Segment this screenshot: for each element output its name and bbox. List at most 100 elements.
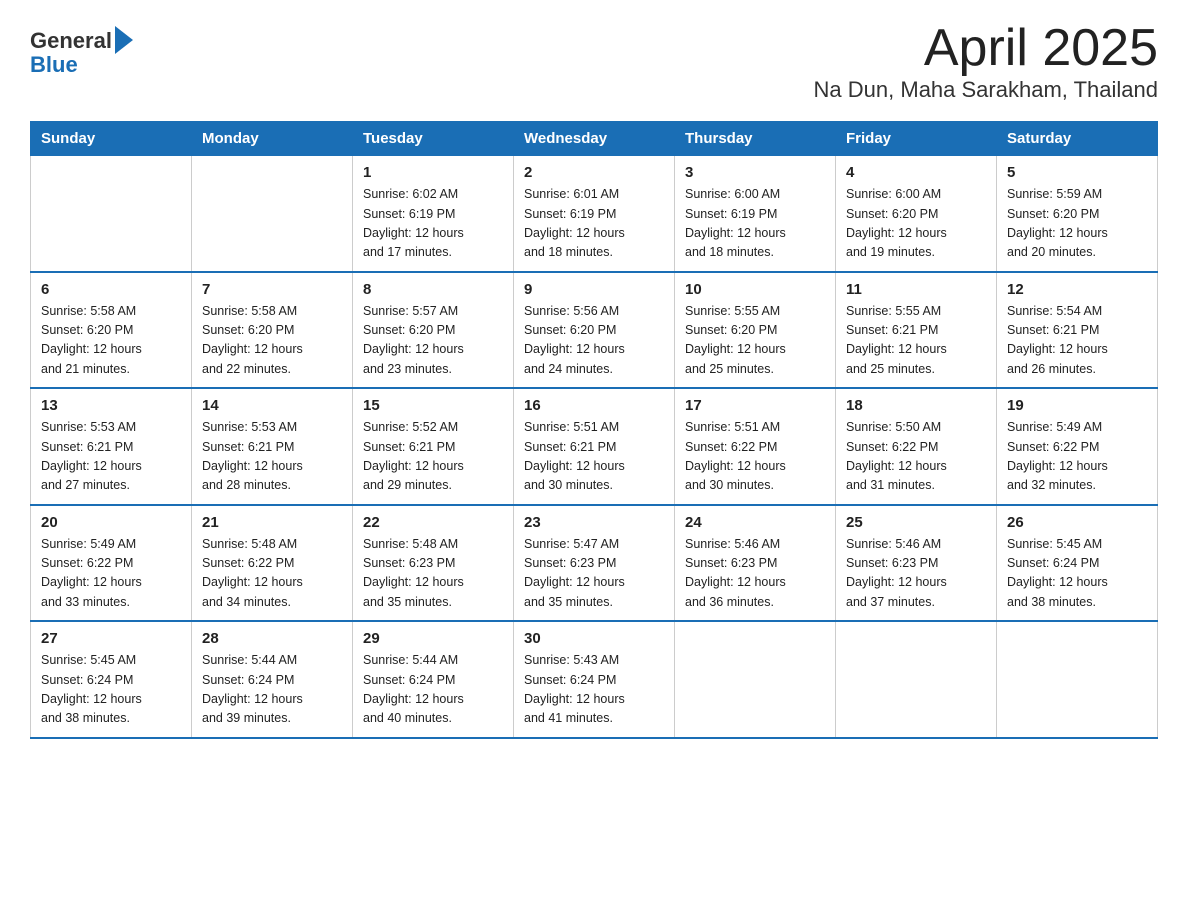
- logo: General Blue: [30, 28, 133, 76]
- day-cell: 8Sunrise: 5:57 AMSunset: 6:20 PMDaylight…: [353, 272, 514, 389]
- day-cell: 29 Sunrise: 5:44 AMSunset: 6:24 PMDayligh…: [353, 621, 514, 738]
- day-info: Sunrise: 5:51 AMSunset: 6:21 PMDaylight:…: [524, 418, 664, 496]
- calendar-header: Sunday Monday Tuesday Wednesday Thursday…: [31, 122, 1158, 156]
- day-number: 11: [846, 281, 986, 298]
- day-info: Sunrise: 5:56 AMSunset: 6:20 PMDaylight:…: [524, 302, 664, 380]
- day-info: Sunrise: 5:55 AMSunset: 6:20 PMDaylight:…: [685, 302, 825, 380]
- day-cell: [31, 156, 192, 272]
- day-number: 20: [41, 514, 181, 531]
- day-number: 25: [846, 514, 986, 531]
- day-info: Sunrise: 5:58 AMSunset: 6:20 PMDaylight:…: [202, 302, 342, 380]
- day-number: 18: [846, 397, 986, 414]
- logo-arrow-icon: [115, 26, 133, 54]
- day-info: Sunrise: 5:52 AMSunset: 6:21 PMDaylight:…: [363, 418, 503, 496]
- day-cell: 6 Sunrise: 5:58 AMSunset: 6:20 PMDaylight…: [31, 272, 192, 389]
- day-info: Sunrise: 5:43 AMSunset: 6:24 PMDaylight:…: [524, 651, 664, 729]
- day-cell: 21 Sunrise: 5:48 AMSunset: 6:22 PMDayligh…: [192, 505, 353, 622]
- day-number: 7: [202, 281, 342, 298]
- header-wednesday: Wednesday: [514, 122, 675, 156]
- day-cell: 1Sunrise: 6:02 AMSunset: 6:19 PMDaylight…: [353, 156, 514, 272]
- day-cell: 4Sunrise: 6:00 AMSunset: 6:20 PMDaylight…: [836, 156, 997, 272]
- day-cell: 9 Sunrise: 5:56 AMSunset: 6:20 PMDaylight…: [514, 272, 675, 389]
- day-number: 23: [524, 514, 664, 531]
- day-number: 15: [363, 397, 503, 414]
- day-number: 21: [202, 514, 342, 531]
- day-number: 4: [846, 164, 986, 181]
- day-cell: [192, 156, 353, 272]
- day-number: 1: [363, 164, 503, 181]
- calendar-body: 1Sunrise: 6:02 AMSunset: 6:19 PMDaylight…: [31, 156, 1158, 738]
- day-cell: 13Sunrise: 5:53 AMSunset: 6:21 PMDayligh…: [31, 388, 192, 505]
- day-cell: 26 Sunrise: 5:45 AMSunset: 6:24 PMDayligh…: [997, 505, 1158, 622]
- day-number: 6: [41, 281, 181, 298]
- day-number: 2: [524, 164, 664, 181]
- day-cell: 17 Sunrise: 5:51 AMSunset: 6:22 PMDayligh…: [675, 388, 836, 505]
- day-info: Sunrise: 5:45 AMSunset: 6:24 PMDaylight:…: [41, 651, 181, 729]
- day-number: 30: [524, 630, 664, 647]
- day-cell: 11Sunrise: 5:55 AMSunset: 6:21 PMDayligh…: [836, 272, 997, 389]
- day-cell: 24Sunrise: 5:46 AMSunset: 6:23 PMDayligh…: [675, 505, 836, 622]
- day-number: 28: [202, 630, 342, 647]
- day-info: Sunrise: 5:45 AMSunset: 6:24 PMDaylight:…: [1007, 535, 1147, 613]
- day-cell: 15 Sunrise: 5:52 AMSunset: 6:21 PMDayligh…: [353, 388, 514, 505]
- day-info: Sunrise: 5:47 AMSunset: 6:23 PMDaylight:…: [524, 535, 664, 613]
- day-info: Sunrise: 5:53 AMSunset: 6:21 PMDaylight:…: [202, 418, 342, 496]
- day-info: Sunrise: 5:44 AMSunset: 6:24 PMDaylight:…: [363, 651, 503, 729]
- week-row-5: 27 Sunrise: 5:45 AMSunset: 6:24 PMDayligh…: [31, 621, 1158, 738]
- day-number: 9: [524, 281, 664, 298]
- day-number: 17: [685, 397, 825, 414]
- day-cell: 18 Sunrise: 5:50 AMSunset: 6:22 PMDayligh…: [836, 388, 997, 505]
- day-number: 12: [1007, 281, 1147, 298]
- day-cell: 22 Sunrise: 5:48 AMSunset: 6:23 PMDayligh…: [353, 505, 514, 622]
- calendar-table: Sunday Monday Tuesday Wednesday Thursday…: [30, 121, 1158, 739]
- day-cell: 3Sunrise: 6:00 AMSunset: 6:19 PMDaylight…: [675, 156, 836, 272]
- day-info: Sunrise: 6:01 AMSunset: 6:19 PMDaylight:…: [524, 185, 664, 263]
- day-number: 14: [202, 397, 342, 414]
- calendar-subtitle: Na Dun, Maha Sarakham, Thailand: [814, 77, 1158, 103]
- header-tuesday: Tuesday: [353, 122, 514, 156]
- day-cell: 2 Sunrise: 6:01 AMSunset: 6:19 PMDaylight…: [514, 156, 675, 272]
- week-row-4: 20 Sunrise: 5:49 AMSunset: 6:22 PMDayligh…: [31, 505, 1158, 622]
- day-info: Sunrise: 6:00 AMSunset: 6:19 PMDaylight:…: [685, 185, 825, 263]
- day-info: Sunrise: 5:58 AMSunset: 6:20 PMDaylight:…: [41, 302, 181, 380]
- header-friday: Friday: [836, 122, 997, 156]
- day-number: 29: [363, 630, 503, 647]
- header-row: Sunday Monday Tuesday Wednesday Thursday…: [31, 122, 1158, 156]
- day-number: 10: [685, 281, 825, 298]
- day-cell: 25Sunrise: 5:46 AMSunset: 6:23 PMDayligh…: [836, 505, 997, 622]
- day-info: Sunrise: 5:44 AMSunset: 6:24 PMDaylight:…: [202, 651, 342, 729]
- day-cell: 27 Sunrise: 5:45 AMSunset: 6:24 PMDayligh…: [31, 621, 192, 738]
- day-info: Sunrise: 5:59 AMSunset: 6:20 PMDaylight:…: [1007, 185, 1147, 263]
- day-cell: 14 Sunrise: 5:53 AMSunset: 6:21 PMDayligh…: [192, 388, 353, 505]
- day-number: 8: [363, 281, 503, 298]
- day-info: Sunrise: 5:49 AMSunset: 6:22 PMDaylight:…: [41, 535, 181, 613]
- day-info: Sunrise: 5:49 AMSunset: 6:22 PMDaylight:…: [1007, 418, 1147, 496]
- day-number: 16: [524, 397, 664, 414]
- day-info: Sunrise: 5:54 AMSunset: 6:21 PMDaylight:…: [1007, 302, 1147, 380]
- day-cell: 23 Sunrise: 5:47 AMSunset: 6:23 PMDayligh…: [514, 505, 675, 622]
- day-number: 5: [1007, 164, 1147, 181]
- title-block: April 2025 Na Dun, Maha Sarakham, Thaila…: [814, 20, 1158, 103]
- week-row-1: 1Sunrise: 6:02 AMSunset: 6:19 PMDaylight…: [31, 156, 1158, 272]
- header-saturday: Saturday: [997, 122, 1158, 156]
- day-cell: [675, 621, 836, 738]
- day-cell: 28 Sunrise: 5:44 AMSunset: 6:24 PMDayligh…: [192, 621, 353, 738]
- day-info: Sunrise: 5:46 AMSunset: 6:23 PMDaylight:…: [685, 535, 825, 613]
- day-number: 27: [41, 630, 181, 647]
- day-cell: 20 Sunrise: 5:49 AMSunset: 6:22 PMDayligh…: [31, 505, 192, 622]
- day-number: 22: [363, 514, 503, 531]
- day-info: Sunrise: 5:48 AMSunset: 6:22 PMDaylight:…: [202, 535, 342, 613]
- day-cell: 19 Sunrise: 5:49 AMSunset: 6:22 PMDayligh…: [997, 388, 1158, 505]
- day-info: Sunrise: 5:48 AMSunset: 6:23 PMDaylight:…: [363, 535, 503, 613]
- day-cell: 30 Sunrise: 5:43 AMSunset: 6:24 PMDayligh…: [514, 621, 675, 738]
- page-header: General Blue April 2025 Na Dun, Maha Sar…: [30, 20, 1158, 103]
- header-monday: Monday: [192, 122, 353, 156]
- logo-blue: Blue: [30, 54, 133, 76]
- logo-general: General: [30, 30, 112, 52]
- day-number: 26: [1007, 514, 1147, 531]
- day-info: Sunrise: 5:51 AMSunset: 6:22 PMDaylight:…: [685, 418, 825, 496]
- day-info: Sunrise: 5:50 AMSunset: 6:22 PMDaylight:…: [846, 418, 986, 496]
- day-cell: 12 Sunrise: 5:54 AMSunset: 6:21 PMDayligh…: [997, 272, 1158, 389]
- day-number: 13: [41, 397, 181, 414]
- day-number: 19: [1007, 397, 1147, 414]
